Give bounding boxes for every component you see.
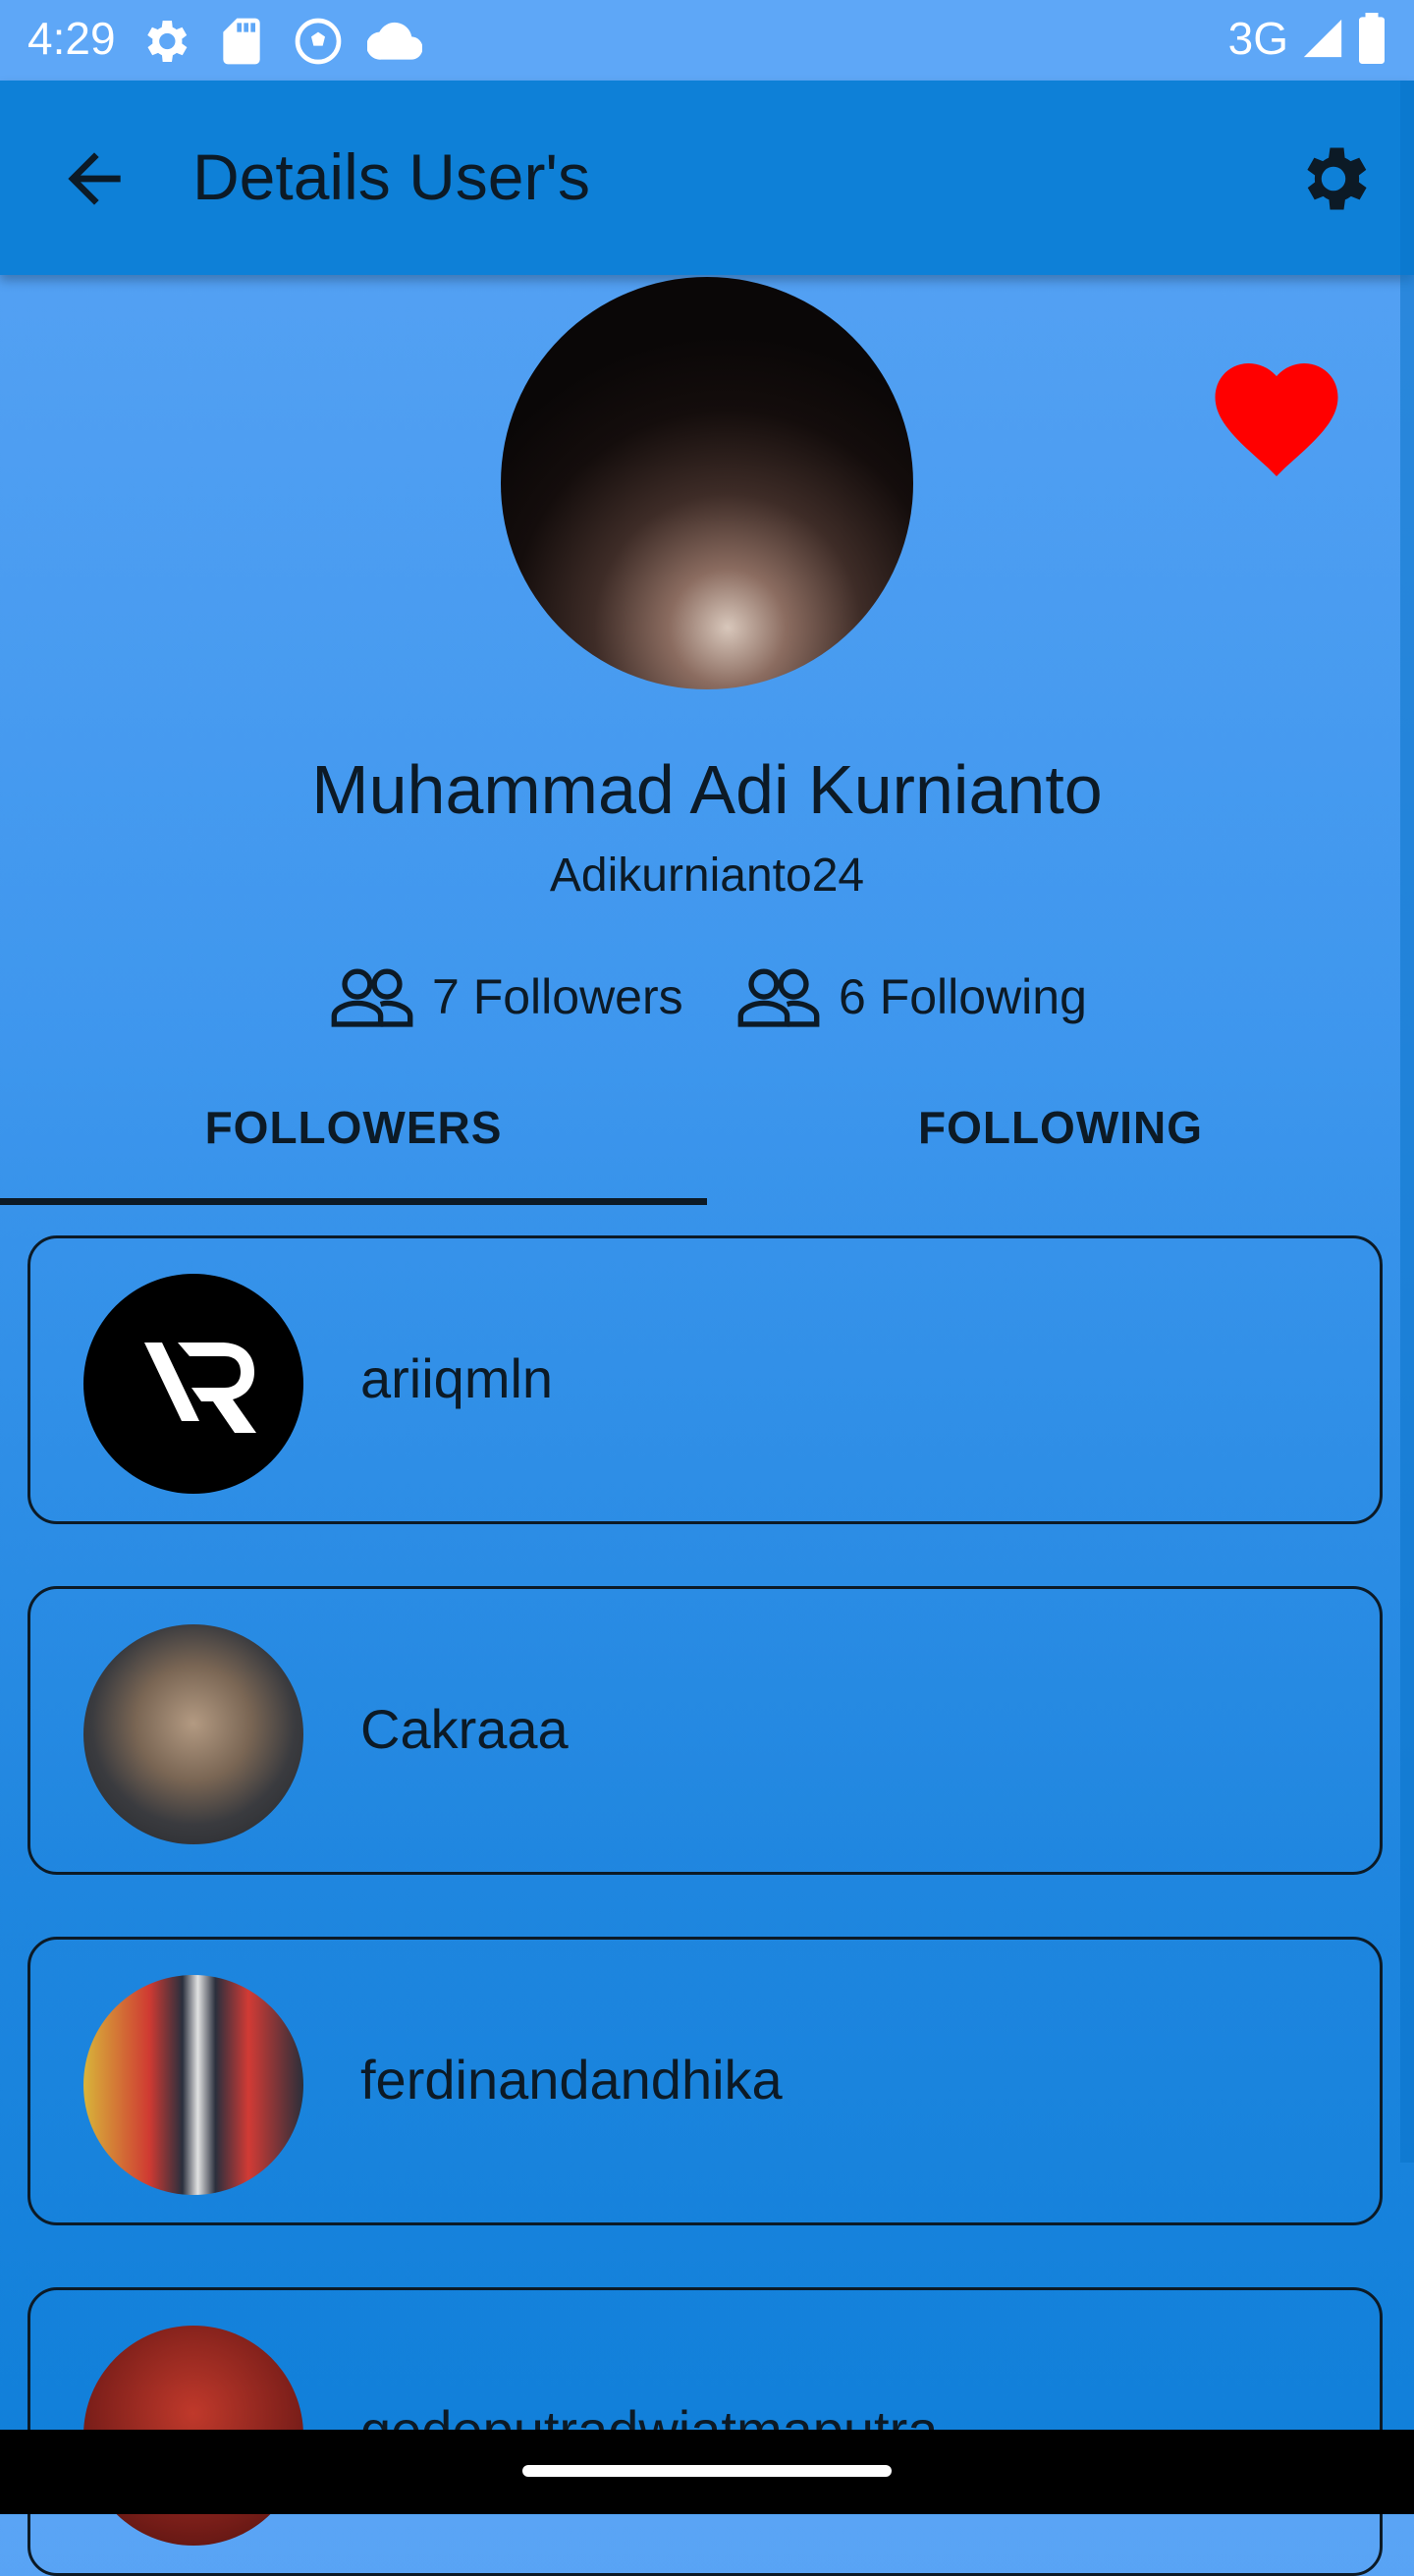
network-type: 3G [1227, 13, 1288, 64]
followers-label: 7 Followers [432, 969, 683, 1024]
system-navigation-bar [0, 2430, 1414, 2514]
avatar [83, 1274, 303, 1494]
football-icon [295, 18, 342, 65]
cloud-icon [367, 22, 422, 60]
tab-following[interactable]: FOLLOWING [707, 1080, 1414, 1208]
back-arrow-icon[interactable] [55, 139, 134, 218]
favorite-heart-icon[interactable] [1203, 344, 1350, 481]
battery-icon [1359, 13, 1385, 64]
following-label: 6 Following [839, 969, 1087, 1024]
avatar [83, 1624, 303, 1844]
user-full-name: Muhammad Adi Kurnianto [311, 751, 1103, 828]
page-title: Details User's [192, 140, 591, 213]
settings-gear-icon-button[interactable] [1292, 137, 1375, 220]
followers-count: 7 Followers [330, 962, 683, 1031]
following-count: 6 Following [736, 962, 1087, 1031]
list-item[interactable]: ariiqmln [27, 1235, 1383, 1524]
people-outline-icon [737, 968, 820, 1027]
status-bar: 4:29 3G [0, 0, 1414, 81]
logo-icon [144, 1343, 256, 1433]
username: ferdinandandhika [360, 2049, 783, 2110]
username: Cakraaa [360, 1698, 569, 1760]
app-bar: Details User's [0, 81, 1414, 275]
username: ariiqmln [360, 1347, 554, 1409]
profile-avatar [501, 277, 913, 689]
avatar [83, 1975, 303, 2195]
tab-indicator [0, 1198, 707, 1205]
home-gesture-handle[interactable] [522, 2465, 892, 2477]
status-icons [137, 14, 422, 69]
status-time: 4:29 [27, 13, 116, 64]
tab-bar: FOLLOWERS FOLLOWING [0, 1080, 1414, 1208]
list-item[interactable]: Cakraaa [27, 1586, 1383, 1875]
tab-followers[interactable]: FOLLOWERS [0, 1080, 707, 1208]
user-login: Adikurnianto24 [549, 850, 865, 902]
status-right: 3G [1228, 12, 1387, 65]
signal-icon [1303, 19, 1342, 58]
people-outline-icon [331, 968, 413, 1027]
settings-gear-icon [147, 21, 188, 62]
sd-card-icon [223, 18, 260, 65]
list-item[interactable]: ferdinandandhika [27, 1937, 1383, 2225]
